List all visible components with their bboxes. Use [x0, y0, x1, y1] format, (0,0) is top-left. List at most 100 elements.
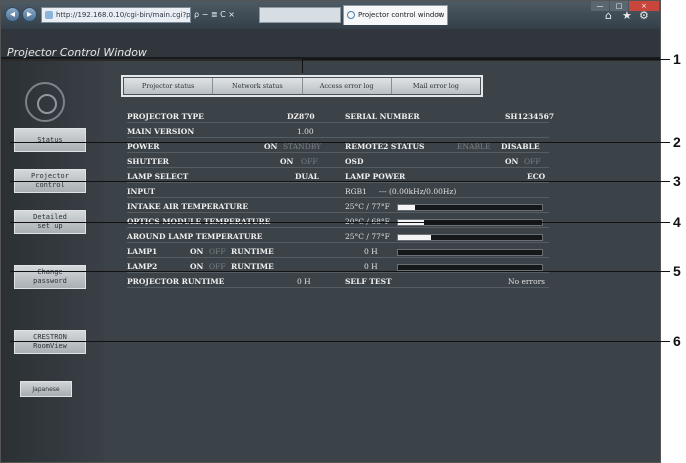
lamp2-label: LAMP2: [127, 262, 158, 271]
intake-temp-value: 25°C / 77°F: [345, 202, 390, 211]
forward-button[interactable]: ▸: [22, 7, 37, 22]
around-lamp-temp-label: AROUND LAMP TEMPERATURE: [127, 232, 263, 241]
projector-type-value: DZ870: [287, 112, 315, 121]
change-password-button[interactable]: Change password: [14, 265, 86, 289]
projector-type-label: PROJECTOR TYPE: [127, 112, 204, 121]
intake-temp-label: INTAKE AIR TEMPERATURE: [127, 202, 249, 211]
callout-3-number: 3: [673, 173, 681, 189]
callout-4-number: 4: [673, 214, 681, 230]
projector-runtime-label: PROJECTOR RUNTIME: [127, 277, 225, 286]
crestron-roomview-button[interactable]: CRESTRON RoomView: [14, 330, 86, 354]
status-row: POWER ON STANDBY REMOTE2 STATUS ENABLE D…: [127, 142, 549, 153]
lamp-select-value: DUAL: [295, 172, 319, 181]
power-on: ON: [264, 142, 278, 151]
input-value: RGB1: [345, 187, 367, 196]
around-lamp-temp-bar: [397, 234, 543, 241]
remote2-label: REMOTE2 STATUS: [345, 142, 425, 151]
status-row: INTAKE AIR TEMPERATURE 25°C / 77°F: [127, 202, 549, 213]
tab-title: Projector control window: [358, 11, 445, 19]
intake-temp-bar: [397, 204, 543, 211]
address-tools[interactable]: ρ − ≣ C ×: [194, 7, 235, 23]
callout-5-number: 5: [673, 263, 681, 279]
japanese-button[interactable]: Japanese: [20, 381, 72, 397]
lamp1-on: ON: [190, 247, 204, 256]
lamp-power-value: ECO: [527, 172, 546, 181]
serial-number-value: SH1234567: [505, 112, 555, 121]
lamp2-runtime-bar: [397, 264, 543, 271]
shutter-off: OFF: [301, 157, 318, 166]
lamp1-label: LAMP1: [127, 247, 158, 256]
osd-off: OFF: [524, 157, 541, 166]
callout-1-number: 1: [673, 51, 681, 67]
lamp1-off: OFF: [209, 247, 226, 256]
settings-icon[interactable]: ⚙: [639, 9, 649, 22]
address-bar[interactable]: http://192.168.0.10/cgi-bin/main.cgi?pag…: [41, 7, 191, 23]
main-content: Projector status Network status Access e…: [104, 61, 660, 462]
home-icon[interactable]: ⌂: [605, 9, 612, 22]
input-frequency: --- (0.00kHz/0.00Hz): [379, 187, 457, 196]
callout-2-line: [10, 142, 670, 143]
projector-runtime-value: 0 H: [297, 277, 311, 286]
browser-window: ◂ ▸ http://192.168.0.10/cgi-bin/main.cgi…: [0, 0, 661, 463]
browser-tab-inactive[interactable]: [259, 7, 341, 23]
remote2-disable: DISABLE: [501, 142, 540, 151]
callout-1-connector: [302, 59, 303, 73]
lamp1-runtime-label: RUNTIME: [231, 247, 274, 256]
callout-5-line: [10, 271, 670, 272]
tab-network-status[interactable]: Network status: [213, 78, 303, 94]
address-text: http://192.168.0.10/cgi-bin/main.cgi?pag…: [56, 11, 191, 19]
shutter-on: ON: [280, 157, 294, 166]
lamp2-on: ON: [190, 262, 204, 271]
status-row: SHUTTER ON OFF OSD ON OFF: [127, 157, 549, 168]
lamp-select-label: LAMP SELECT: [127, 172, 189, 181]
lamp-power-label: LAMP POWER: [345, 172, 406, 181]
callout-3-line: [10, 181, 670, 182]
osd-on: ON: [505, 157, 519, 166]
input-label: INPUT: [127, 187, 156, 196]
main-version-value: 1.00: [297, 127, 314, 136]
status-row: LAMP1 ON OFF RUNTIME 0 H: [127, 247, 549, 258]
tab-mail-error-log[interactable]: Mail error log: [392, 78, 480, 94]
page-icon: [45, 11, 53, 19]
power-standby: STANDBY: [283, 142, 322, 151]
sidebar: Status Projector control Detailed set up…: [1, 61, 104, 462]
callout-4-line: [10, 222, 670, 223]
status-row: AROUND LAMP TEMPERATURE 25°C / 77°F: [127, 232, 549, 243]
logo-icon: [25, 82, 65, 122]
status-row: PROJECTOR RUNTIME 0 H SELF TEST No error…: [127, 277, 549, 288]
status-button[interactable]: Status: [14, 128, 86, 152]
globe-icon: [347, 11, 355, 19]
serial-number-label: SERIAL NUMBER: [345, 112, 420, 121]
tab-projector-status[interactable]: Projector status: [124, 78, 214, 94]
status-row: INPUT RGB1 --- (0.00kHz/0.00Hz): [127, 187, 549, 198]
remote2-enable: ENABLE: [457, 142, 491, 151]
around-lamp-temp-bar-fill: [398, 235, 432, 240]
tab-access-error-log[interactable]: Access error log: [303, 78, 392, 94]
back-button[interactable]: ◂: [5, 7, 20, 22]
page-title: Projector Control Window: [7, 46, 147, 59]
page-tabs: Projector status Network status Access e…: [121, 75, 483, 97]
around-lamp-temp-value: 25°C / 77°F: [345, 232, 390, 241]
lamp2-runtime-value: 0 H: [364, 262, 378, 271]
power-label: POWER: [127, 142, 160, 151]
shutter-label: SHUTTER: [127, 157, 169, 166]
tab-close-icon[interactable]: ×: [436, 6, 443, 24]
self-test-value: No errors: [508, 277, 546, 286]
callout-2-number: 2: [673, 134, 681, 150]
app-header: Projector Control Window: [1, 29, 660, 59]
callout-6-number: 6: [673, 333, 681, 349]
intake-temp-bar-fill: [398, 205, 416, 210]
favorites-icon[interactable]: ★: [622, 9, 632, 22]
callout-1-line: [302, 59, 670, 60]
osd-label: OSD: [345, 157, 364, 166]
lamp1-runtime-value: 0 H: [364, 247, 378, 256]
lamp1-runtime-bar: [397, 249, 543, 256]
status-row: PROJECTOR TYPE DZ870 SERIAL NUMBER SH123…: [127, 112, 554, 123]
callout-6-line: [10, 341, 670, 342]
lamp2-runtime-label: RUNTIME: [231, 262, 274, 271]
status-row: MAIN VERSION 1.00: [127, 127, 549, 138]
browser-tab-active[interactable]: Projector control window ×: [343, 5, 448, 25]
lamp2-off: OFF: [209, 262, 226, 271]
main-version-label: MAIN VERSION: [127, 127, 195, 136]
browser-titlebar: ◂ ▸ http://192.168.0.10/cgi-bin/main.cgi…: [1, 1, 660, 29]
